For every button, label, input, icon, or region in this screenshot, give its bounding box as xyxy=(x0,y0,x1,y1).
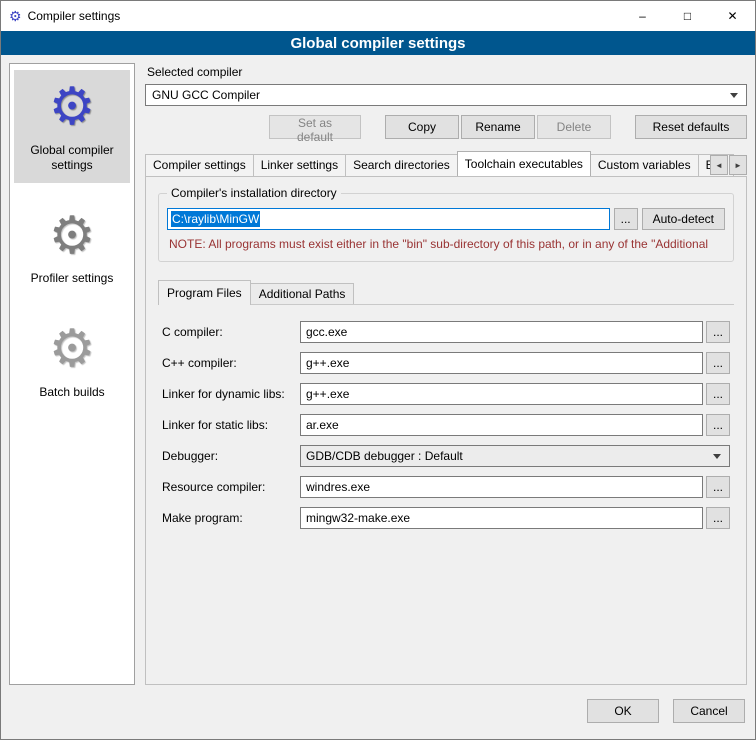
program-files-tabstrip: Program Files Additional Paths xyxy=(158,280,734,304)
dialog-footer: OK Cancel xyxy=(1,693,755,739)
maximize-button[interactable]: □ xyxy=(665,1,710,31)
tab-compiler-settings[interactable]: Compiler settings xyxy=(145,154,254,176)
tab-scroll-right-icon[interactable]: ► xyxy=(729,155,747,175)
c-compiler-label: C compiler: xyxy=(162,325,300,339)
chevron-down-icon xyxy=(713,454,721,459)
cpp-compiler-input[interactable]: g++.exe xyxy=(300,352,703,374)
chevron-down-icon xyxy=(730,93,738,98)
dynamic-linker-value: g++.exe xyxy=(306,387,349,401)
gear-icon: ⚙ xyxy=(18,322,126,377)
close-button[interactable]: ✕ xyxy=(710,1,755,31)
gear-icon: ⚙ xyxy=(18,209,126,264)
window-controls: – □ ✕ xyxy=(620,1,755,31)
resource-compiler-browse-button[interactable]: ... xyxy=(706,476,730,498)
tab-linker-settings[interactable]: Linker settings xyxy=(253,154,346,176)
resource-compiler-input[interactable]: windres.exe xyxy=(300,476,703,498)
c-compiler-value: gcc.exe xyxy=(306,325,347,339)
auto-detect-button[interactable]: Auto-detect xyxy=(642,208,725,230)
resource-compiler-label: Resource compiler: xyxy=(162,480,300,494)
titlebar[interactable]: ⚙ Compiler settings – □ ✕ xyxy=(1,1,755,31)
resource-compiler-value: windres.exe xyxy=(306,480,370,494)
installation-directory-row: C:\raylib\MinGW ... Auto-detect xyxy=(167,208,725,230)
make-program-browse-button[interactable]: ... xyxy=(706,507,730,529)
sidebar-item-label: Global compiler settings xyxy=(18,143,126,173)
c-compiler-browse-button[interactable]: ... xyxy=(706,321,730,343)
tab-search-directories[interactable]: Search directories xyxy=(345,154,458,176)
tab-scroll-controls: ◄ ► xyxy=(709,155,747,175)
debugger-value: GDB/CDB debugger : Default xyxy=(306,449,463,463)
sidebar-item-global-compiler-settings[interactable]: ⚙ Global compiler settings xyxy=(14,70,130,183)
static-linker-label: Linker for static libs: xyxy=(162,418,300,432)
compiler-select[interactable]: GNU GCC Compiler xyxy=(145,84,747,106)
c-compiler-input[interactable]: gcc.exe xyxy=(300,321,703,343)
cpp-compiler-label: C++ compiler: xyxy=(162,356,300,370)
toolchain-executables-page: Compiler's installation directory C:\ray… xyxy=(145,176,747,685)
dynamic-linker-input[interactable]: g++.exe xyxy=(300,383,703,405)
make-program-value: mingw32-make.exe xyxy=(306,511,410,525)
compiler-settings-window: ⚙ Compiler settings – □ ✕ Global compile… xyxy=(0,0,756,740)
installation-directory-browse-button[interactable]: ... xyxy=(614,208,638,230)
sidebar-item-batch-builds[interactable]: ⚙ Batch builds xyxy=(14,312,130,410)
cpp-compiler-browse-button[interactable]: ... xyxy=(706,352,730,374)
tab-custom-variables[interactable]: Custom variables xyxy=(590,154,699,176)
compiler-buttons: Set as default Copy Rename Delete Reset … xyxy=(145,115,747,139)
ok-button[interactable]: OK xyxy=(587,699,659,723)
set-as-default-button[interactable]: Set as default xyxy=(269,115,361,139)
installation-directory-group: Compiler's installation directory C:\ray… xyxy=(158,193,734,262)
minimize-button[interactable]: – xyxy=(620,1,665,31)
field-row: Make program: mingw32-make.exe ... xyxy=(162,507,730,529)
delete-button[interactable]: Delete xyxy=(537,115,611,139)
dynamic-linker-label: Linker for dynamic libs: xyxy=(162,387,300,401)
copy-button[interactable]: Copy xyxy=(385,115,459,139)
gear-icon: ⚙ xyxy=(18,80,126,135)
main-panel: Selected compiler GNU GCC Compiler Set a… xyxy=(145,63,747,685)
sidebar: ⚙ Global compiler settings ⚙ Profiler se… xyxy=(9,63,135,685)
make-program-input[interactable]: mingw32-make.exe xyxy=(300,507,703,529)
sidebar-item-label: Profiler settings xyxy=(18,271,126,286)
subtab-program-files[interactable]: Program Files xyxy=(158,280,251,305)
subtab-additional-paths[interactable]: Additional Paths xyxy=(250,283,355,304)
field-row: Debugger: GDB/CDB debugger : Default xyxy=(162,445,730,467)
sidebar-item-profiler-settings[interactable]: ⚙ Profiler settings xyxy=(14,199,130,297)
sidebar-item-label: Batch builds xyxy=(18,385,126,400)
installation-directory-input[interactable]: C:\raylib\MinGW xyxy=(167,208,610,230)
tab-toolchain-executables[interactable]: Toolchain executables xyxy=(457,151,591,176)
dialog-body: ⚙ Global compiler settings ⚙ Profiler se… xyxy=(1,55,755,693)
debugger-label: Debugger: xyxy=(162,449,300,463)
settings-tabstrip: Compiler settings Linker settings Search… xyxy=(145,151,747,176)
static-linker-value: ar.exe xyxy=(306,418,339,432)
static-linker-input[interactable]: ar.exe xyxy=(300,414,703,436)
compiler-select-value: GNU GCC Compiler xyxy=(152,88,260,102)
window-title: Compiler settings xyxy=(28,9,121,23)
installation-directory-value: C:\raylib\MinGW xyxy=(171,211,260,227)
installation-directory-label: Compiler's installation directory xyxy=(167,186,341,200)
cpp-compiler-value: g++.exe xyxy=(306,356,349,370)
reset-defaults-button[interactable]: Reset defaults xyxy=(635,115,747,139)
static-linker-browse-button[interactable]: ... xyxy=(706,414,730,436)
rename-button[interactable]: Rename xyxy=(461,115,535,139)
app-gear-icon: ⚙ xyxy=(9,9,22,23)
debugger-select[interactable]: GDB/CDB debugger : Default xyxy=(300,445,730,467)
field-row: Linker for static libs: ar.exe ... xyxy=(162,414,730,436)
field-row: C++ compiler: g++.exe ... xyxy=(162,352,730,374)
field-row: Linker for dynamic libs: g++.exe ... xyxy=(162,383,730,405)
cancel-button[interactable]: Cancel xyxy=(673,699,745,723)
make-program-label: Make program: xyxy=(162,511,300,525)
selected-compiler-label: Selected compiler xyxy=(147,65,747,79)
field-row: Resource compiler: windres.exe ... xyxy=(162,476,730,498)
dynamic-linker-browse-button[interactable]: ... xyxy=(706,383,730,405)
note-text: NOTE: All programs must exist either in … xyxy=(169,237,723,251)
dialog-header: Global compiler settings xyxy=(1,31,755,55)
program-files-fields: C compiler: gcc.exe ... C++ compiler: g+… xyxy=(158,304,734,529)
field-row: C compiler: gcc.exe ... xyxy=(162,321,730,343)
tab-scroll-left-icon[interactable]: ◄ xyxy=(710,155,728,175)
